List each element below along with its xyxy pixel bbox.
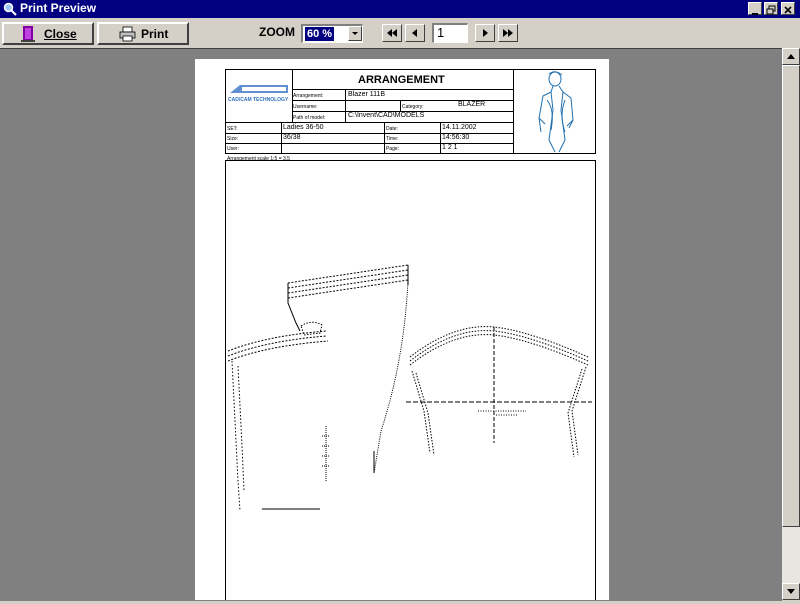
divider bbox=[400, 100, 401, 111]
restore-button[interactable] bbox=[764, 2, 778, 15]
arrangement-value: Blazer 111B bbox=[348, 91, 386, 98]
door-icon bbox=[21, 26, 35, 42]
first-page-button[interactable] bbox=[382, 24, 402, 42]
set-value: Ladies 36-50 bbox=[283, 124, 324, 131]
size-value: 36/38 bbox=[283, 134, 301, 141]
divider bbox=[225, 122, 513, 123]
date-label: Date: bbox=[386, 126, 398, 132]
minimize-icon bbox=[752, 13, 758, 15]
scroll-thumb[interactable] bbox=[782, 65, 800, 527]
size-label: Size: bbox=[227, 136, 239, 142]
logo-text: CAD/CAM TECHNOLOGY bbox=[228, 97, 289, 103]
divider bbox=[513, 69, 514, 154]
zoom-select[interactable]: 60 % bbox=[301, 24, 363, 43]
username-label: Username: bbox=[293, 104, 318, 110]
company-logo bbox=[230, 85, 288, 93]
divider bbox=[281, 122, 282, 154]
next-page-button[interactable] bbox=[475, 24, 495, 42]
divider bbox=[225, 133, 513, 134]
scroll-up-button[interactable] bbox=[782, 48, 800, 65]
garment-sketch bbox=[538, 71, 574, 153]
path-value: C:\Invent\CAD\MODELS bbox=[348, 112, 425, 119]
previous-page-icon bbox=[412, 29, 417, 37]
title-bar: Print Preview bbox=[0, 0, 800, 18]
arrow-down-icon bbox=[787, 589, 795, 594]
divider bbox=[225, 143, 513, 144]
print-button-label: Print bbox=[141, 27, 169, 41]
close-icon bbox=[784, 6, 792, 14]
user-label: User: bbox=[227, 146, 239, 152]
close-button-label: Close bbox=[44, 27, 77, 41]
next-page-icon bbox=[483, 29, 488, 37]
time-label: Time: bbox=[386, 136, 399, 142]
close-button[interactable]: Close bbox=[2, 22, 94, 45]
vertical-scrollbar[interactable] bbox=[782, 48, 800, 600]
magnifier-icon bbox=[3, 2, 17, 16]
divider bbox=[384, 122, 385, 154]
zoom-value: 60 % bbox=[305, 27, 335, 41]
zoom-dropdown-button[interactable] bbox=[348, 26, 362, 41]
path-label: Path of model: bbox=[293, 115, 326, 121]
arrow-up-icon bbox=[787, 54, 795, 59]
document-heading: ARRANGEMENT bbox=[358, 74, 445, 86]
last-page-icon bbox=[503, 29, 513, 37]
page-value: 1 2 1 bbox=[442, 144, 458, 151]
last-page-button[interactable] bbox=[498, 24, 518, 42]
chevron-down-icon bbox=[352, 32, 358, 35]
time-value: 14:56:30 bbox=[442, 134, 470, 141]
previous-page-button[interactable] bbox=[405, 24, 425, 42]
date-value: 14.11.2002 bbox=[442, 124, 477, 131]
category-value: BLAZER bbox=[458, 101, 486, 108]
scroll-down-button[interactable] bbox=[782, 583, 800, 600]
set-label: SET: bbox=[227, 126, 238, 132]
printer-icon bbox=[119, 26, 136, 42]
category-label: Category: bbox=[402, 104, 424, 110]
window-title: Print Preview bbox=[20, 1, 97, 15]
restore-icon bbox=[766, 5, 776, 15]
page-number-input[interactable]: 1 bbox=[432, 23, 468, 43]
divider bbox=[345, 89, 346, 122]
minimize-button[interactable] bbox=[748, 2, 762, 15]
divider bbox=[292, 89, 513, 90]
first-page-icon bbox=[387, 29, 397, 37]
arrangement-label: Arrangement: bbox=[293, 93, 324, 99]
page-label: Page: bbox=[386, 146, 400, 152]
close-window-button[interactable] bbox=[781, 2, 795, 15]
zoom-label: ZOOM bbox=[259, 25, 295, 39]
divider bbox=[440, 122, 441, 154]
print-button[interactable]: Print bbox=[97, 22, 189, 45]
pattern-drawing bbox=[227, 264, 592, 512]
